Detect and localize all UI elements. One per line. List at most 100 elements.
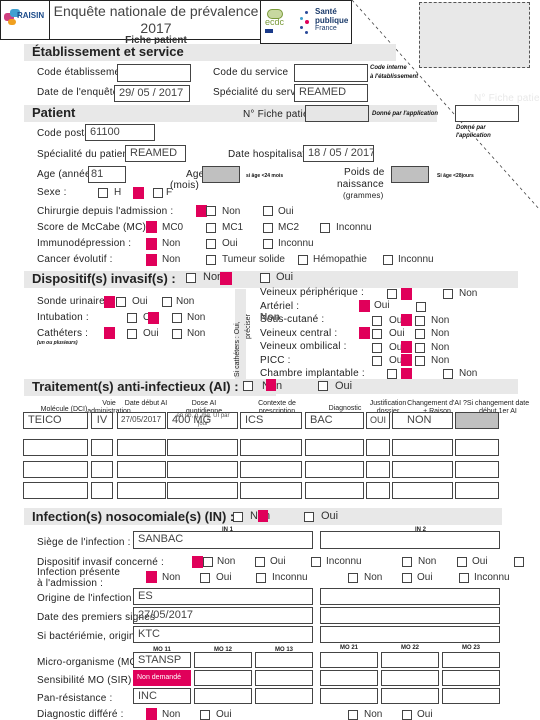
diag-differe-in2-oui-checkbox[interactable] [402,710,412,720]
mccabe-mc2-checkbox[interactable] [263,223,273,233]
mccabe-mc0-marker[interactable] [146,221,157,233]
ai-cell-molecule[interactable] [23,482,88,499]
ai-cell-dose[interactable] [167,482,238,499]
panres-input-mo-23[interactable] [442,688,500,704]
cath-sous-cutane-oui-checkbox[interactable] [372,316,382,326]
chirurgie-oui-checkbox[interactable] [263,206,273,216]
date-hospitalisation-input[interactable]: 18 / 05 / 2017 [303,145,374,162]
mo-input-mo-11[interactable]: STANSP [133,652,191,668]
cath-veineux-central-non-checkbox[interactable] [415,329,425,339]
presente-admission-in1-oui-checkbox[interactable] [200,573,210,583]
origine-in2-input[interactable] [320,588,500,605]
ai-cell-date[interactable]: 27/05/2017 [117,412,166,429]
ai-cell-diagnostic[interactable] [305,482,364,499]
sensibilite-input-mo-22[interactable] [381,670,439,686]
catheters-oui-checkbox[interactable] [127,329,137,339]
ai-cell-justification[interactable]: OUI [366,412,390,429]
mo-input-mo-22[interactable] [381,652,439,668]
ai-cell-diagnostic[interactable] [305,461,364,478]
cath-chambre-oui-checkbox[interactable] [387,369,397,379]
dispositif-concerne-in1-non-checkbox[interactable] [203,557,213,567]
panres-input-mo-22[interactable] [381,688,439,704]
cath-sous-cutane-non-checkbox[interactable] [415,316,425,326]
ai-cell-contexte[interactable]: ICS [240,412,302,429]
ai-cell-date-1er-ai[interactable] [455,439,499,456]
panres-input-mo-13[interactable] [255,688,313,704]
cath-picc-non-checkbox[interactable] [415,356,425,366]
presente-admission-in1-marker[interactable] [146,571,157,583]
sensibilite-input-mo-23[interactable] [442,670,500,686]
dispositif-concerne-in1-inconnu-checkbox[interactable] [311,557,321,567]
mo-input-mo-23[interactable] [442,652,500,668]
dispositifs-non-checkbox[interactable] [186,273,196,283]
cath-veineux-peripherique-oui-checkbox[interactable] [387,289,397,299]
mo-input-mo-13[interactable] [255,652,313,668]
mccabe-inconnu-checkbox[interactable] [320,223,330,233]
mo-input-mo-12[interactable] [194,652,252,668]
sonde-non-checkbox[interactable] [162,297,172,307]
cancer-non-marker[interactable] [146,254,157,266]
cath-picc-oui-checkbox[interactable] [372,356,382,366]
code-service-input[interactable] [294,64,368,82]
date-signes-in1-input[interactable]: 27/05/2017 [133,607,313,624]
immuno-non-marker[interactable] [146,238,157,250]
catheters-non-checkbox[interactable] [172,329,182,339]
ai-cell-date-1er-ai[interactable] [455,412,499,429]
code-etablissement-input[interactable] [117,64,191,82]
mccabe-mc1-checkbox[interactable] [206,223,216,233]
cath-veineux-central-oui-checkbox[interactable] [372,329,382,339]
ai-cell-molecule[interactable] [23,439,88,456]
ai-cell-diagnostic[interactable] [305,439,364,456]
specialite-service-input[interactable]: REAMED [294,84,368,102]
presente-admission-in2-inconnu-checkbox[interactable] [459,573,469,583]
cancer-tumeur-checkbox[interactable] [206,255,216,265]
bacteriemie-in1-input[interactable]: KTC [133,626,313,643]
ai-cell-molecule[interactable] [23,461,88,478]
mo-input-mo-21[interactable] [320,652,378,668]
cath-veineux-ombilical-non-checkbox[interactable] [415,343,425,353]
dispositif-concerne-in2-oui-checkbox[interactable] [457,557,467,567]
intubation-non-checkbox[interactable] [172,313,182,323]
sexe-h-checkbox[interactable] [98,188,108,198]
fiche-patient-input[interactable] [305,105,369,122]
dispositif-concerne-in2-non-checkbox[interactable] [402,557,412,567]
cath-arteriel-non-checkbox[interactable] [416,302,426,312]
panres-input-mo-21[interactable] [320,688,378,704]
panres-input-mo-12[interactable] [194,688,252,704]
ai-cell-justification[interactable] [366,439,390,456]
sensibilite-input-mo-11[interactable]: Non demandé [133,670,191,686]
ai-cell-date[interactable] [117,461,166,478]
ai-cell-changement[interactable]: NON [392,412,453,429]
ai-cell-date[interactable] [117,439,166,456]
origine-in1-input[interactable]: ES [133,588,313,605]
ai-cell-date[interactable] [117,482,166,499]
ai-cell-changement[interactable] [392,439,453,456]
dispositif-concerne-in1-oui-checkbox[interactable] [255,557,265,567]
sensibilite-input-mo-21[interactable] [320,670,378,686]
siege-in2-input[interactable] [320,531,500,549]
cath-veineux-ombilical-oui-checkbox[interactable] [372,343,382,353]
date-enquete-input[interactable]: 29/ 05 / 2017 [114,85,190,102]
age-annees-input[interactable]: 81 [88,166,126,183]
ai-cell-contexte[interactable] [240,461,302,478]
ai-cell-voie[interactable] [91,482,113,499]
infection-non-checkbox[interactable] [233,512,243,522]
ai-cell-date-1er-ai[interactable] [455,461,499,478]
sexe-f-checkbox[interactable] [153,188,163,198]
dispositif-concerne-in2-inconnu-checkbox[interactable] [514,557,524,567]
poids-naissance-input[interactable] [391,166,429,183]
ai-cell-voie[interactable]: IV [91,412,113,429]
ai-cell-molecule[interactable]: TEICO [23,412,88,429]
diag-differe-in1-oui-checkbox[interactable] [200,710,210,720]
sonde-oui-checkbox[interactable] [116,297,126,307]
presente-admission-in1-inconnu-checkbox[interactable] [256,573,266,583]
ai-cell-voie[interactable] [91,439,113,456]
ai-cell-justification[interactable] [366,482,390,499]
dispositifs-oui-checkbox[interactable] [260,273,270,283]
ai-cell-justification[interactable] [366,461,390,478]
cancer-inconnu-checkbox[interactable] [383,255,393,265]
chirurgie-non-checkbox[interactable] [206,206,216,216]
cath-veineux-peripherique-non-checkbox[interactable] [443,289,453,299]
traitement-non-checkbox[interactable] [243,381,253,391]
ai-cell-contexte[interactable] [240,482,302,499]
